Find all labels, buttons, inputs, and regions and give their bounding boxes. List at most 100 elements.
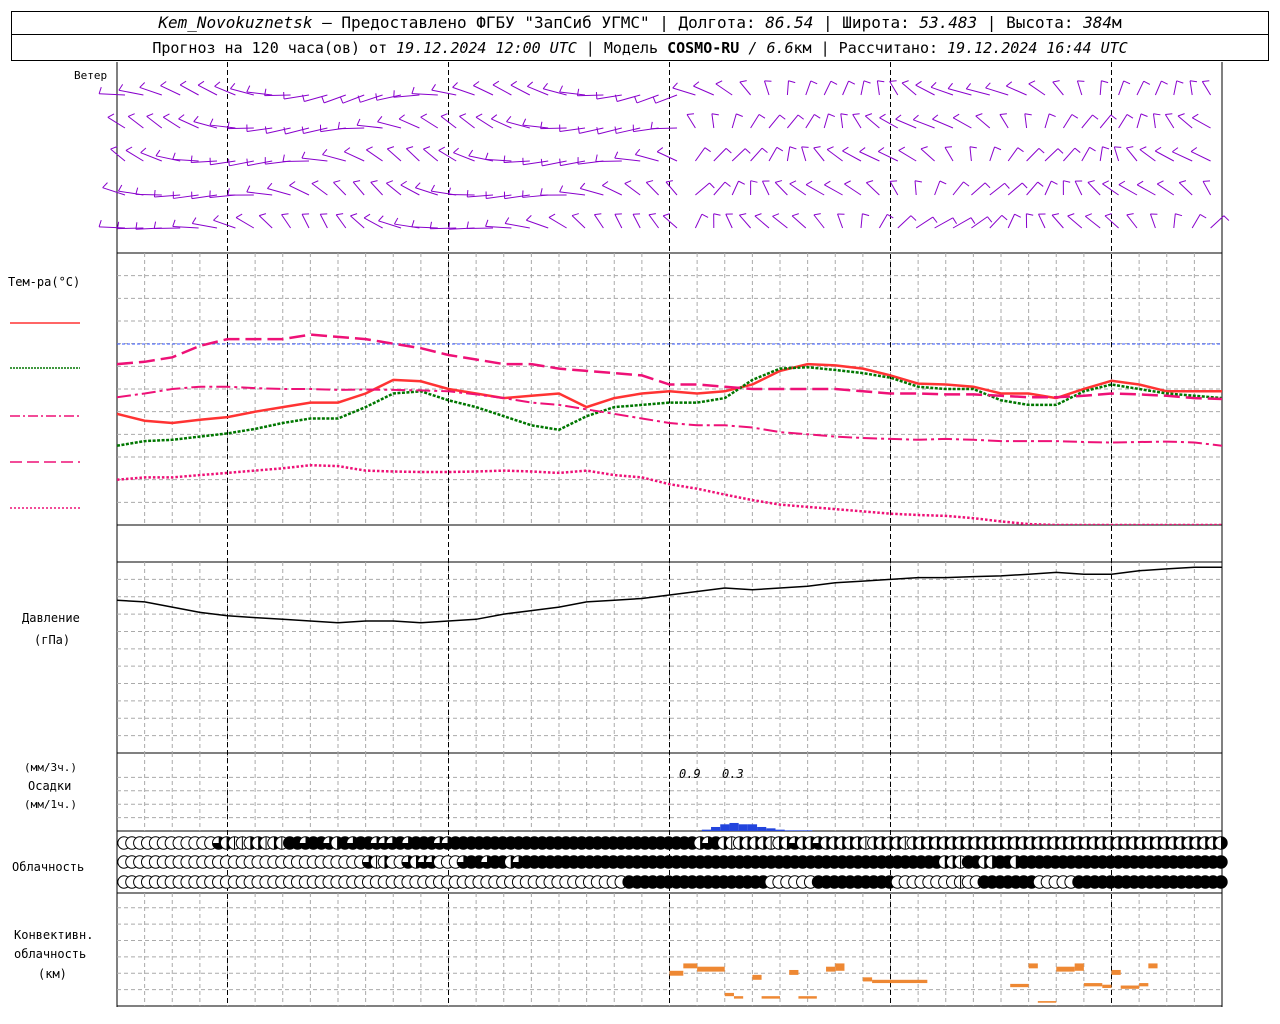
wind-barb-shaft	[1136, 184, 1156, 196]
wind-barb-flag	[1089, 146, 1096, 152]
wind-barb-flag	[987, 216, 993, 223]
wind-barb-flag	[1140, 113, 1148, 117]
wind-barb-flag	[1048, 113, 1056, 118]
wind-barb-flag	[970, 217, 976, 224]
wind-barb-flag	[779, 114, 786, 120]
wind-barb-flag	[614, 151, 619, 159]
precip-unit-1h: (мм/1ч.)	[24, 798, 77, 811]
wind-barb-shaft	[750, 147, 763, 162]
wind-barb-shaft	[577, 94, 604, 97]
conv-panel-unit: (км)	[38, 967, 67, 981]
wind-barb-flag	[810, 80, 818, 85]
wind-barb-flag	[559, 85, 563, 93]
wind-barb-flag	[228, 158, 230, 166]
wind-barb-flag	[709, 182, 715, 189]
wind-barb-flag	[190, 155, 193, 163]
wind-barb-shaft	[971, 182, 986, 196]
wind-barb-flag	[393, 217, 399, 225]
wind-barb-shaft	[1062, 114, 1073, 129]
wind-barb-shaft	[283, 160, 310, 163]
wind-barb-flag	[915, 80, 922, 86]
wind-barb-shaft	[386, 148, 402, 162]
wind-barb-shaft	[823, 113, 829, 129]
wind-barb-shaft	[118, 89, 144, 96]
wind-barb-flag	[739, 80, 747, 83]
wind-barb-flag	[776, 146, 784, 152]
wind-barb-flag	[577, 126, 580, 134]
wind-barb-flag	[98, 220, 102, 227]
wind-barb-shaft	[1051, 214, 1064, 229]
wind-barb-shaft	[1063, 147, 1076, 162]
wind-barb-shaft	[656, 151, 678, 162]
cloud-icon	[1214, 855, 1228, 869]
wind-barb-flag	[301, 126, 304, 134]
wind-barb-flag	[912, 114, 919, 121]
wind-barb-shaft	[214, 85, 236, 96]
wind-barb-flag	[1067, 213, 1075, 217]
conv-bar	[724, 992, 734, 997]
wind-barb-flag	[1192, 113, 1199, 119]
wind-barb-flag	[485, 219, 489, 227]
precip-bar	[747, 824, 758, 831]
wind-barb-flag	[172, 152, 176, 160]
wind-barb-shaft	[377, 121, 402, 129]
conv-bar	[862, 977, 873, 982]
conv-bar	[1139, 983, 1149, 987]
wind-barb-shaft	[452, 86, 475, 96]
wind-barb-flag	[952, 113, 960, 119]
wind-barb-shaft	[844, 183, 862, 196]
wind-barb-shaft	[491, 118, 512, 129]
wind-barb-shaft	[915, 216, 934, 229]
conv-bar	[1028, 963, 1038, 969]
wind-barb-shaft	[801, 146, 807, 162]
wind-barb-flag	[939, 180, 947, 185]
wind-barb-flag	[506, 115, 512, 122]
wind-barb-flag	[1005, 81, 1013, 87]
wind-barb-flag	[440, 113, 448, 117]
conv-bar	[1074, 963, 1084, 971]
wind-barb-flag	[711, 113, 719, 116]
wind-barb-flag	[110, 146, 118, 150]
wind-barb-shaft	[876, 80, 880, 96]
wind-barb-shaft	[1044, 180, 1052, 196]
wind-barb-flag	[510, 80, 518, 86]
wind-barb-shaft	[1136, 80, 1145, 96]
precip-bar	[766, 828, 776, 831]
wind-barb-flag	[459, 113, 467, 117]
wind-barb-flag	[985, 82, 991, 89]
wind-barb-shaft	[805, 184, 825, 196]
wind-barb-flag	[1087, 180, 1095, 183]
wind-barb-shaft	[1026, 148, 1040, 162]
wind-barb-flag	[353, 180, 361, 183]
wind-barb-flag	[1063, 180, 1071, 183]
wind-barb-flag	[1057, 148, 1064, 154]
wind-barb-shaft	[1177, 115, 1193, 129]
precip-bar	[757, 826, 767, 831]
wind-barb-flag	[879, 113, 886, 119]
wind-barb-shaft	[350, 215, 365, 229]
wind-barb-flag	[1001, 214, 1008, 221]
wind-barb-shaft	[602, 185, 623, 196]
wind-barb-shaft	[540, 127, 567, 130]
wind-barb-shaft	[1102, 183, 1119, 196]
conv-bar	[826, 966, 836, 972]
wind-barb-flag	[356, 118, 361, 126]
wind-barb-flag	[656, 147, 664, 153]
wind-barb-shaft	[1074, 180, 1083, 196]
wind-barb-flag	[914, 180, 923, 183]
wind-barb-flag	[438, 146, 446, 151]
wind-barb-flag	[375, 93, 378, 101]
wind-barb-flag	[994, 146, 1002, 151]
wind-barb-flag	[634, 96, 638, 104]
wind-barb-flag	[321, 96, 325, 104]
conv-bar	[733, 996, 744, 999]
wind-barb-shaft	[1006, 85, 1027, 96]
wind-barb-flag	[999, 113, 1007, 115]
wind-barb-flag	[1179, 180, 1187, 184]
wind-barb-flag	[1052, 80, 1060, 83]
wind-barb-shaft	[920, 148, 935, 162]
wind-barb-flag	[172, 219, 176, 227]
wind-barb-flag	[490, 114, 498, 120]
wind-barb-shaft	[789, 183, 807, 196]
wind-barb-flag	[824, 180, 831, 186]
